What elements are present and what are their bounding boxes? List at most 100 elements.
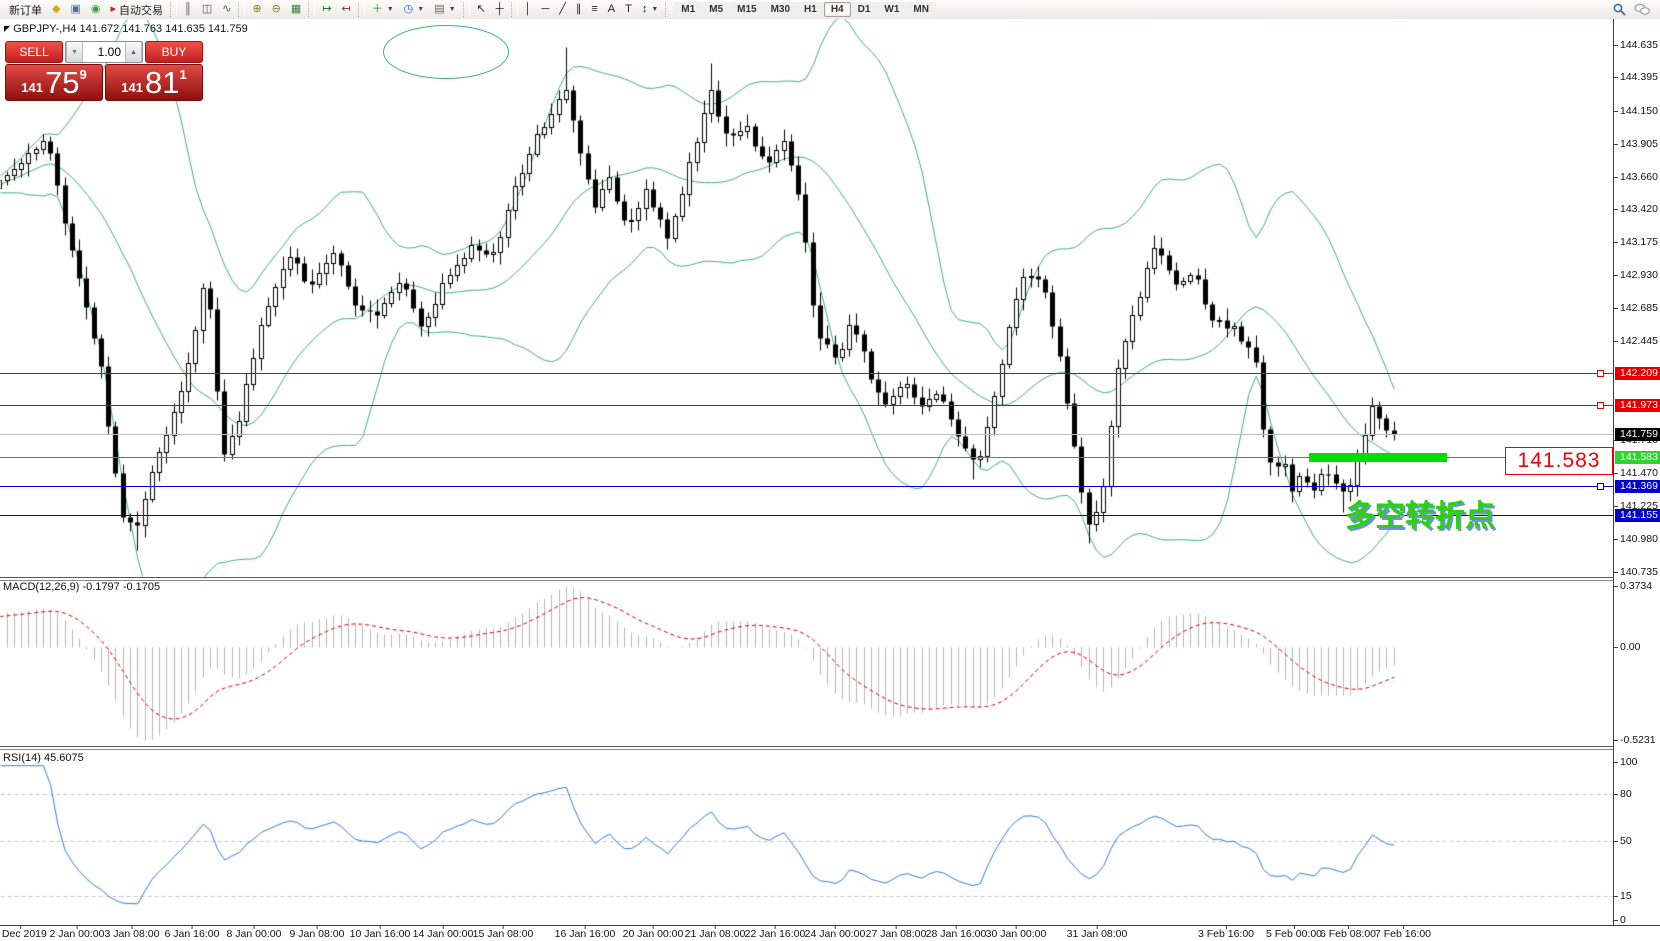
sell-price-int: 141 bbox=[21, 80, 43, 95]
horizontal-line-141.369[interactable] bbox=[0, 486, 1613, 487]
terminal-icon[interactable]: ▣ bbox=[65, 1, 85, 18]
price-callout-label[interactable]: 141.583 bbox=[1505, 447, 1613, 475]
price-badge-141.369: 141.369 bbox=[1615, 480, 1660, 493]
buy-price-display[interactable]: 141 81 1 bbox=[105, 64, 203, 101]
turning-point-annotation[interactable]: 多空转折点 bbox=[1345, 491, 1495, 535]
time-label: 28 Jan 16:00 bbox=[926, 928, 987, 940]
chart-shift-icon[interactable]: ↤ bbox=[337, 1, 356, 18]
time-label: 20 Jan 00:00 bbox=[623, 928, 684, 940]
new-order-button[interactable]: 新订单 bbox=[4, 1, 47, 18]
horizontal-line-141.759[interactable] bbox=[0, 434, 1613, 435]
timeframe-m1[interactable]: M1 bbox=[674, 2, 702, 17]
price-tick: 144.150 bbox=[1614, 105, 1660, 118]
metaeditor-icon[interactable]: ◆ bbox=[47, 1, 65, 18]
templates-button: ▤ bbox=[434, 1, 444, 18]
zoom-in-icon[interactable]: ⊕ bbox=[247, 1, 266, 18]
buy-button[interactable]: BUY bbox=[145, 41, 203, 63]
line-handle[interactable] bbox=[1597, 370, 1604, 377]
sell-price-main: 75 bbox=[45, 67, 79, 98]
time-label: 31 Jan 08:00 bbox=[1067, 928, 1128, 940]
terminal-icon: ▣ bbox=[70, 1, 80, 18]
search-icon[interactable] bbox=[1613, 3, 1626, 16]
signal-icon[interactable]: ◉ bbox=[86, 1, 106, 18]
auto-trading-button[interactable]: ▸自动交易 bbox=[105, 1, 168, 18]
price-tick: 143.175 bbox=[1614, 236, 1660, 249]
chat-icon[interactable] bbox=[1634, 3, 1650, 16]
cursor-icon[interactable]: ↖ bbox=[472, 1, 491, 18]
horizontal-line-141.973[interactable] bbox=[0, 405, 1613, 406]
candlestick-chart-icon[interactable]: ◫ bbox=[197, 1, 217, 18]
price-tick: 143.905 bbox=[1614, 138, 1660, 151]
text-label-icon[interactable]: T bbox=[620, 1, 637, 18]
timeframe-m30[interactable]: M30 bbox=[764, 2, 797, 17]
zoom-out-icon[interactable]: ⊖ bbox=[267, 1, 286, 18]
crosshair-icon[interactable]: ┼ bbox=[491, 1, 509, 18]
panel-splitter-rsi[interactable] bbox=[0, 746, 1660, 750]
price-tick: 144.395 bbox=[1614, 71, 1660, 84]
time-label: 27 Jan 08:00 bbox=[866, 928, 927, 940]
timeframe-m15[interactable]: M15 bbox=[730, 2, 763, 17]
line-handle[interactable] bbox=[1597, 402, 1604, 409]
price-tick: 142.685 bbox=[1614, 302, 1660, 315]
timeframe-mn[interactable]: MN bbox=[906, 2, 936, 17]
volume-increase-button[interactable]: ▲ bbox=[125, 42, 142, 62]
rsi-axis-tick: 80 bbox=[1614, 788, 1660, 801]
chevron-down-icon: ▼ bbox=[387, 6, 394, 13]
volume-decrease-button[interactable]: ▼ bbox=[66, 42, 83, 62]
chevron-down-icon: ▼ bbox=[417, 6, 424, 13]
time-label: 9 Jan 08:00 bbox=[290, 928, 345, 940]
rsi-axis-tick: 100 bbox=[1614, 756, 1660, 769]
price-axis[interactable]: 144.635144.395144.150143.905143.660143.4… bbox=[1613, 19, 1660, 925]
price-tick: 143.420 bbox=[1614, 203, 1660, 216]
price-tick: 144.635 bbox=[1614, 39, 1660, 52]
line-chart-icon[interactable]: ∿ bbox=[217, 1, 236, 18]
timeframe-m5[interactable]: M5 bbox=[702, 2, 730, 17]
sell-price-display[interactable]: 141 75 9 bbox=[5, 64, 103, 101]
time-label: 7 Feb 16:00 bbox=[1375, 928, 1431, 940]
templates-button[interactable]: ▤▼ bbox=[429, 1, 460, 18]
highlight-line[interactable] bbox=[1309, 453, 1447, 462]
rsi-indicator-label: RSI(14) 45.6075 bbox=[3, 752, 84, 764]
timeframe-w1[interactable]: W1 bbox=[877, 2, 906, 17]
chevron-down-icon: ▼ bbox=[449, 6, 456, 13]
arrows-icon[interactable]: ↕▼ bbox=[637, 1, 663, 18]
ellipse-annotation[interactable] bbox=[383, 25, 509, 79]
timeframe-h1[interactable]: H1 bbox=[797, 2, 824, 17]
time-label: 14 Jan 00:00 bbox=[413, 928, 474, 940]
time-label: 3 Jan 08:00 bbox=[105, 928, 160, 940]
time-label: 6 Feb 08:00 bbox=[1320, 928, 1376, 940]
volume-input[interactable] bbox=[83, 42, 125, 62]
bar-chart-icon[interactable]: ║ bbox=[179, 1, 197, 18]
main-toolbar: 新订单◆▣◉▸自动交易║◫∿⊕⊖▦↦↤＋▼◷▼▤▼↖┼│─╱∥≡AT↕▼ M1M… bbox=[0, 0, 1660, 20]
periods-button[interactable]: ◷▼ bbox=[399, 1, 430, 18]
auto-scroll-icon[interactable]: ↦ bbox=[317, 1, 336, 18]
timeframe-h4[interactable]: H4 bbox=[824, 2, 851, 17]
chart-shift-icon: ↤ bbox=[342, 1, 351, 18]
tile-windows-icon[interactable]: ▦ bbox=[286, 1, 306, 18]
trendline-icon[interactable]: ╱ bbox=[554, 1, 571, 18]
toolbar-separator bbox=[463, 2, 470, 17]
fibonacci-icon[interactable]: ≡ bbox=[586, 1, 602, 18]
bar-chart-icon: ║ bbox=[184, 1, 192, 18]
price-chart-canvas[interactable] bbox=[0, 19, 1613, 940]
periods-button: ◷ bbox=[404, 1, 414, 18]
new-order-button-label: 新订单 bbox=[9, 2, 42, 18]
toolbar-separator bbox=[308, 2, 315, 17]
macd-axis-tick: 0.3734 bbox=[1614, 580, 1660, 593]
horizontal-line-142.209[interactable] bbox=[0, 373, 1613, 374]
timeframe-d1[interactable]: D1 bbox=[851, 2, 878, 17]
channel-icon: ∥ bbox=[576, 1, 582, 18]
channel-icon[interactable]: ∥ bbox=[571, 1, 587, 18]
sell-button[interactable]: SELL bbox=[5, 41, 63, 63]
panel-splitter-macd[interactable] bbox=[0, 577, 1660, 581]
time-axis[interactable]: 0 Dec 20192 Jan 00:003 Jan 08:006 Jan 16… bbox=[0, 925, 1660, 941]
price-badge-141.973: 141.973 bbox=[1615, 399, 1660, 412]
add-indicator-button[interactable]: ＋▼ bbox=[367, 1, 399, 18]
line-chart-icon: ∿ bbox=[222, 1, 231, 18]
line-handle[interactable] bbox=[1597, 483, 1604, 490]
vertical-line-icon[interactable]: │ bbox=[520, 1, 537, 18]
horizontal-line-icon[interactable]: ─ bbox=[536, 1, 554, 18]
text-icon[interactable]: A bbox=[603, 1, 620, 18]
chart-window: ◤ GBPJPY-,H4 141.672 141.763 141.635 141… bbox=[0, 19, 1660, 940]
symbol-ohlc: 141.672 141.763 141.635 141.759 bbox=[79, 23, 247, 35]
